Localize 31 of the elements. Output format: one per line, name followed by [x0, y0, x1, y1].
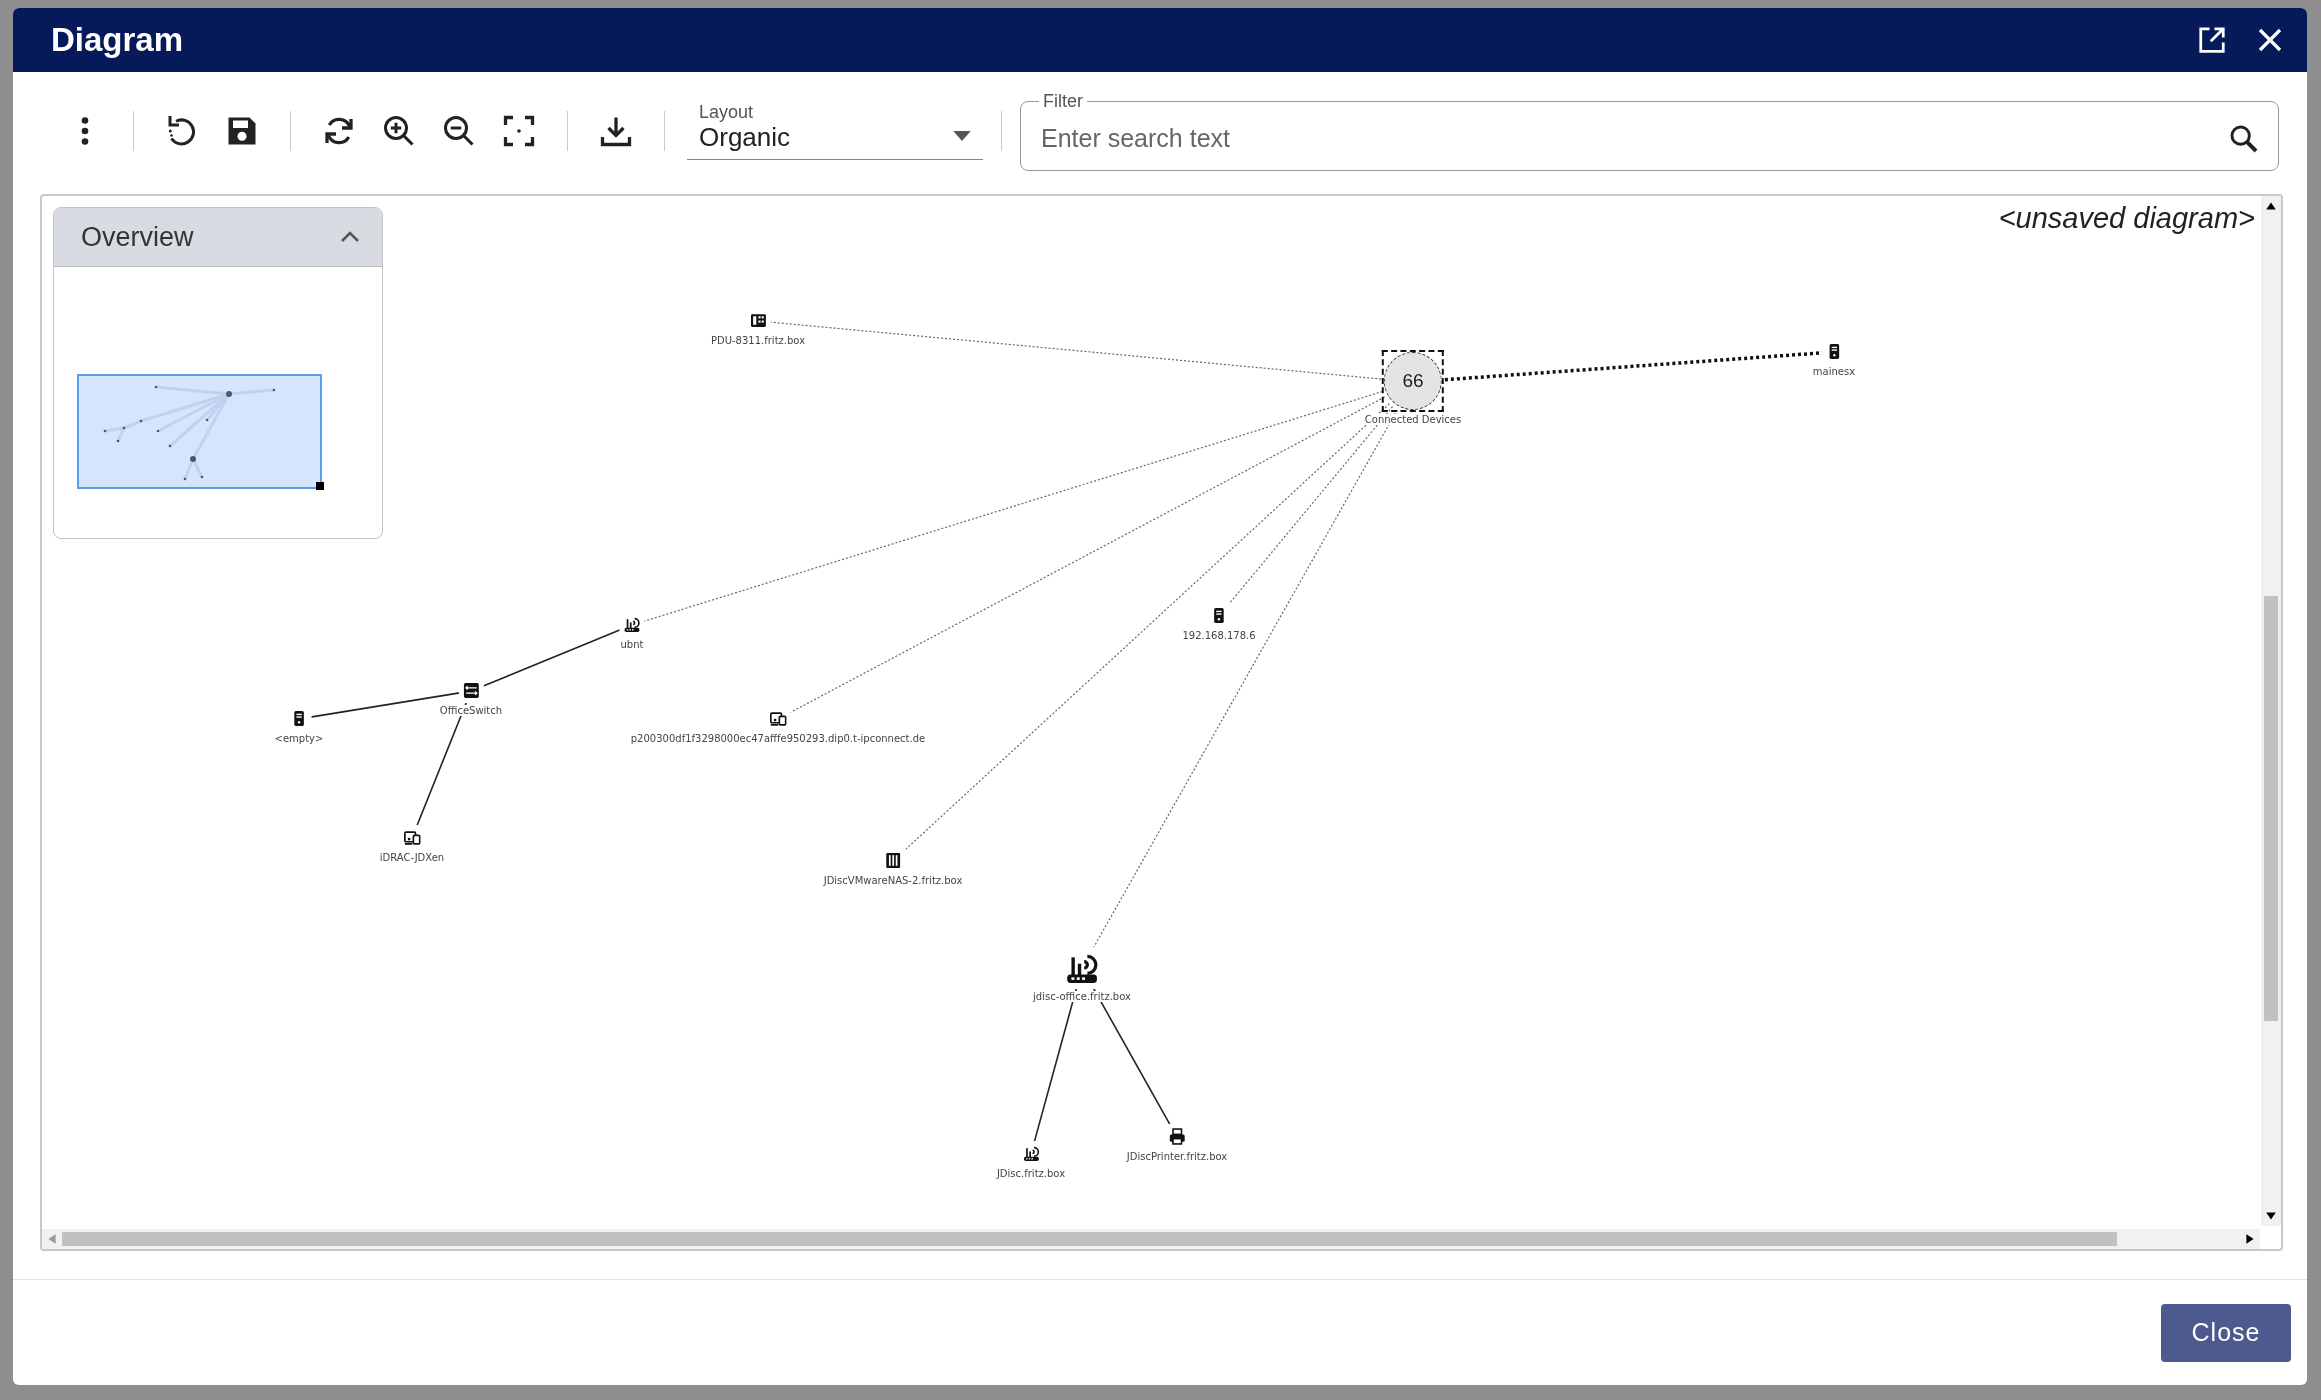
close-button[interactable]: Close	[2161, 1303, 2291, 1362]
diagram-caption: <unsaved diagram>	[1998, 202, 2255, 235]
node-label: jdisc-office.fritz.box	[1032, 991, 1132, 1002]
scroll-down-icon[interactable]	[2265, 1210, 2277, 1222]
caret-icon	[953, 131, 971, 141]
node-label: p200300df1f3298000ec47afffe950293.dip0.t-ipconnect.de	[629, 733, 927, 744]
node-label: <empty>	[273, 733, 325, 744]
scroll-right-icon[interactable]	[2244, 1233, 2256, 1245]
window-title: Diagram	[51, 21, 184, 59]
vertical-scrollbar[interactable]	[2261, 196, 2281, 1226]
node-label: 192.168.178.6	[1181, 630, 1257, 641]
node-label: ubnt	[619, 639, 645, 650]
group-node[interactable]: 66	[1382, 350, 1444, 412]
layout-dropdown[interactable]: Layout Organic	[687, 102, 983, 160]
scroll-up-icon[interactable]	[2265, 200, 2277, 212]
node-label: PDU-8311.fritz.box	[709, 335, 807, 346]
node-label: OfficeSwitch	[438, 705, 504, 716]
node-label: JDisc.fritz.box	[995, 1168, 1067, 1179]
node-label: JDiscPrinter.fritz.box	[1125, 1151, 1229, 1162]
horizontal-scrollbar[interactable]	[42, 1229, 2260, 1249]
resize-handle[interactable]	[316, 482, 324, 490]
node-label: mainesx	[1811, 366, 1857, 377]
node-label: JDiscVMwareNAS-2.fritz.box	[822, 875, 964, 886]
chevron-up-icon[interactable]	[340, 231, 360, 243]
node-label: iDRAC-JDXen	[378, 852, 446, 863]
popout-icon[interactable]	[2197, 25, 2227, 55]
overview-title: Overview	[81, 221, 194, 253]
node-label: Connected Devices	[1363, 414, 1463, 425]
search-input[interactable]: Enter search text	[1039, 123, 2228, 154]
filter-field[interactable]: Filter Enter search text	[1020, 91, 2279, 171]
fit-icon[interactable]	[501, 113, 537, 149]
